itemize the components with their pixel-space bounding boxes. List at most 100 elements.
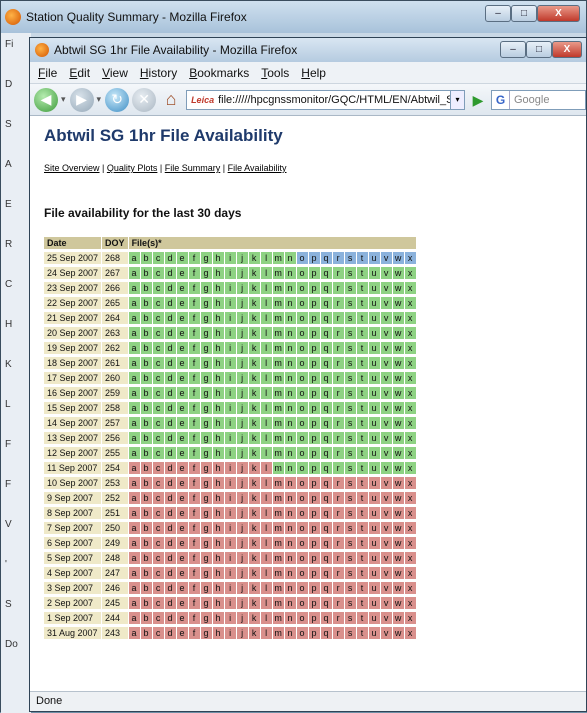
file-cell-s[interactable]: s: [344, 417, 356, 429]
file-cell-j[interactable]: j: [236, 492, 248, 504]
file-cell-n[interactable]: n: [284, 462, 296, 474]
file-cell-v[interactable]: v: [380, 312, 392, 324]
file-cell-w[interactable]: w: [392, 552, 404, 564]
file-cell-h[interactable]: h: [212, 462, 224, 474]
file-cell-o[interactable]: o: [296, 267, 308, 279]
file-cell-r[interactable]: r: [332, 297, 344, 309]
file-cell-x[interactable]: x: [404, 282, 416, 294]
file-cell-l[interactable]: l: [260, 372, 272, 384]
file-cell-q[interactable]: q: [320, 387, 332, 399]
file-cell-u[interactable]: u: [368, 522, 380, 534]
file-cell-j[interactable]: j: [236, 462, 248, 474]
file-cell-d[interactable]: d: [164, 492, 176, 504]
file-cell-m[interactable]: m: [272, 567, 284, 579]
file-cell-t[interactable]: t: [356, 477, 368, 489]
file-cell-t[interactable]: t: [356, 297, 368, 309]
file-cell-p[interactable]: p: [308, 387, 320, 399]
file-cell-q[interactable]: q: [320, 357, 332, 369]
file-cell-v[interactable]: v: [380, 597, 392, 609]
file-cell-v[interactable]: v: [380, 402, 392, 414]
file-cell-j[interactable]: j: [236, 432, 248, 444]
file-cell-v[interactable]: v: [380, 432, 392, 444]
file-cell-i[interactable]: i: [224, 297, 236, 309]
file-cell-v[interactable]: v: [380, 297, 392, 309]
file-cell-a[interactable]: a: [128, 342, 140, 354]
file-cell-t[interactable]: t: [356, 282, 368, 294]
file-cell-s[interactable]: s: [344, 582, 356, 594]
file-cell-n[interactable]: n: [284, 552, 296, 564]
file-cell-c[interactable]: c: [152, 372, 164, 384]
file-cell-u[interactable]: u: [368, 387, 380, 399]
file-cell-n[interactable]: n: [284, 582, 296, 594]
file-cell-e[interactable]: e: [176, 567, 188, 579]
file-cell-s[interactable]: s: [344, 507, 356, 519]
file-cell-a[interactable]: a: [128, 612, 140, 624]
file-cell-c[interactable]: c: [152, 552, 164, 564]
file-cell-v[interactable]: v: [380, 477, 392, 489]
file-cell-i[interactable]: i: [224, 522, 236, 534]
file-cell-h[interactable]: h: [212, 267, 224, 279]
file-cell-g[interactable]: g: [200, 372, 212, 384]
file-cell-a[interactable]: a: [128, 297, 140, 309]
file-cell-m[interactable]: m: [272, 372, 284, 384]
file-cell-h[interactable]: h: [212, 372, 224, 384]
file-cell-x[interactable]: x: [404, 387, 416, 399]
file-cell-v[interactable]: v: [380, 522, 392, 534]
file-cell-c[interactable]: c: [152, 597, 164, 609]
file-cell-m[interactable]: m: [272, 432, 284, 444]
file-cell-h[interactable]: h: [212, 612, 224, 624]
file-cell-t[interactable]: t: [356, 357, 368, 369]
file-cell-b[interactable]: b: [140, 417, 152, 429]
file-cell-n[interactable]: n: [284, 327, 296, 339]
file-cell-b[interactable]: b: [140, 447, 152, 459]
file-cell-q[interactable]: q: [320, 327, 332, 339]
file-cell-q[interactable]: q: [320, 432, 332, 444]
file-cell-o[interactable]: o: [296, 507, 308, 519]
file-cell-f[interactable]: f: [188, 627, 200, 639]
file-cell-u[interactable]: u: [368, 342, 380, 354]
search-input[interactable]: G Google: [491, 89, 586, 110]
file-cell-p[interactable]: p: [308, 447, 320, 459]
file-cell-p[interactable]: p: [308, 582, 320, 594]
file-cell-d[interactable]: d: [164, 612, 176, 624]
file-cell-w[interactable]: w: [392, 387, 404, 399]
file-cell-t[interactable]: t: [356, 387, 368, 399]
file-cell-e[interactable]: e: [176, 582, 188, 594]
file-cell-r[interactable]: r: [332, 552, 344, 564]
file-cell-a[interactable]: a: [128, 552, 140, 564]
window-titlebar[interactable]: Abtwil SG 1hr File Availability - Mozill…: [30, 38, 586, 62]
file-cell-b[interactable]: b: [140, 492, 152, 504]
file-cell-u[interactable]: u: [368, 462, 380, 474]
file-cell-c[interactable]: c: [152, 522, 164, 534]
file-cell-l[interactable]: l: [260, 282, 272, 294]
file-cell-j[interactable]: j: [236, 597, 248, 609]
file-cell-x[interactable]: x: [404, 552, 416, 564]
file-cell-t[interactable]: t: [356, 537, 368, 549]
file-cell-p[interactable]: p: [308, 612, 320, 624]
file-cell-k[interactable]: k: [248, 552, 260, 564]
file-cell-j[interactable]: j: [236, 507, 248, 519]
file-cell-m[interactable]: m: [272, 477, 284, 489]
file-cell-c[interactable]: c: [152, 447, 164, 459]
file-cell-u[interactable]: u: [368, 492, 380, 504]
file-cell-h[interactable]: h: [212, 567, 224, 579]
file-cell-j[interactable]: j: [236, 522, 248, 534]
file-cell-c[interactable]: c: [152, 612, 164, 624]
file-cell-m[interactable]: m: [272, 627, 284, 639]
file-cell-g[interactable]: g: [200, 357, 212, 369]
file-cell-l[interactable]: l: [260, 267, 272, 279]
file-cell-r[interactable]: r: [332, 357, 344, 369]
file-cell-u[interactable]: u: [368, 612, 380, 624]
file-cell-b[interactable]: b: [140, 357, 152, 369]
file-cell-k[interactable]: k: [248, 477, 260, 489]
file-cell-j[interactable]: j: [236, 327, 248, 339]
file-cell-q[interactable]: q: [320, 402, 332, 414]
file-cell-s[interactable]: s: [344, 357, 356, 369]
file-cell-t[interactable]: t: [356, 552, 368, 564]
file-cell-e[interactable]: e: [176, 402, 188, 414]
file-cell-r[interactable]: r: [332, 537, 344, 549]
file-cell-w[interactable]: w: [392, 372, 404, 384]
file-cell-f[interactable]: f: [188, 417, 200, 429]
file-cell-u[interactable]: u: [368, 597, 380, 609]
file-cell-i[interactable]: i: [224, 402, 236, 414]
